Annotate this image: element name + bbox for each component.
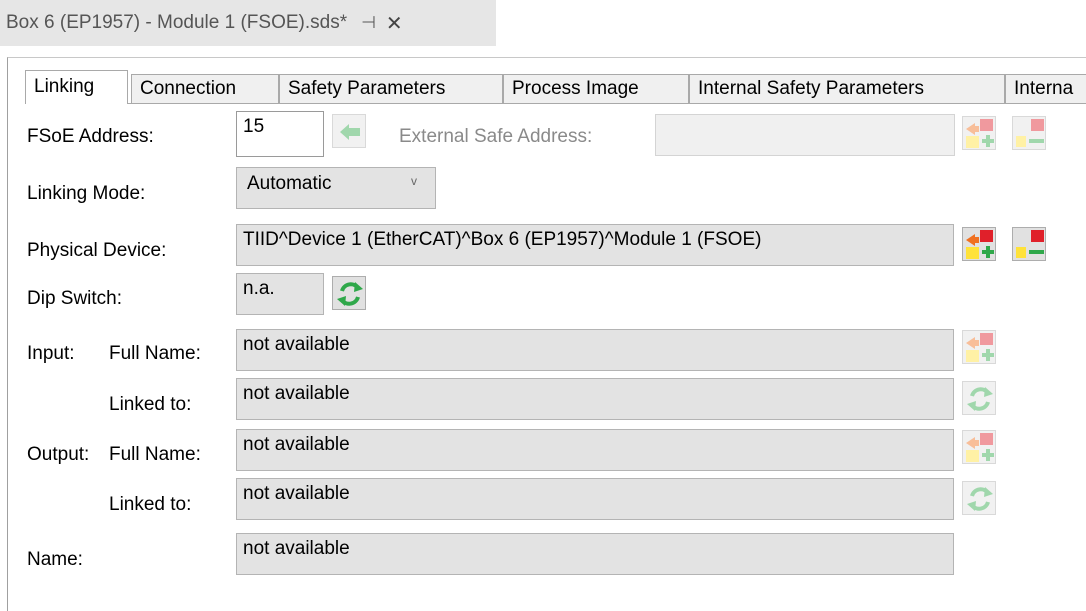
document-tab[interactable]: Box 6 (EP1957) - Module 1 (FSOE).sds* ⊣ …: [0, 0, 496, 46]
link-remove-icon: [1016, 119, 1044, 147]
input-linked-to-field[interactable]: not available: [236, 378, 954, 420]
dip-switch-field[interactable]: n.a.: [236, 273, 324, 315]
refresh-icon: [337, 282, 363, 306]
output-linked-to-label: Linked to:: [109, 494, 192, 515]
output-full-name-label: Full Name:: [109, 444, 201, 465]
name-label: Name:: [27, 549, 83, 570]
output-group-label: Output:: [27, 444, 90, 465]
tab-connection[interactable]: Connection: [131, 74, 279, 104]
link-remove-button-address[interactable]: [1012, 116, 1046, 150]
link-remove-icon: [1016, 230, 1044, 258]
tab-linking[interactable]: Linking: [25, 70, 128, 104]
chevron-down-icon: v: [411, 174, 417, 188]
left-arrow-icon: [340, 124, 360, 140]
link-add-icon: [966, 433, 994, 462]
pin-icon[interactable]: ⊣: [361, 13, 376, 33]
external-safe-address-label: External Safe Address:: [399, 126, 593, 147]
fsoe-address-input[interactable]: 15: [236, 111, 324, 157]
link-add-icon: [966, 230, 994, 259]
refresh-dip-switch-button[interactable]: [332, 276, 366, 310]
refresh-icon: [967, 487, 993, 511]
name-field[interactable]: not available: [236, 533, 954, 575]
tab-internal-safety-parameters[interactable]: Internal Safety Parameters: [689, 74, 1005, 104]
link-remove-button-device[interactable]: [1012, 227, 1046, 261]
fsoe-address-label: FSoE Address:: [27, 126, 154, 147]
tab-safety-parameters[interactable]: Safety Parameters: [279, 74, 503, 104]
output-refresh-button[interactable]: [962, 481, 996, 515]
link-add-icon: [966, 119, 994, 148]
apply-address-button[interactable]: [332, 114, 366, 148]
output-linked-to-field[interactable]: not available: [236, 478, 954, 520]
close-icon[interactable]: ✕: [386, 11, 403, 36]
physical-device-field[interactable]: TIID^Device 1 (EtherCAT)^Box 6 (EP1957)^…: [236, 224, 954, 266]
tab-process-image[interactable]: Process Image: [503, 74, 689, 104]
input-group-label: Input:: [27, 343, 75, 364]
input-link-add-button[interactable]: [962, 330, 996, 364]
link-add-button-address[interactable]: [962, 116, 996, 150]
tab-strip: Linking Connection Safety Parameters Pro…: [25, 70, 1086, 104]
input-full-name-field[interactable]: not available: [236, 329, 954, 371]
linking-mode-select[interactable]: Automatic v: [236, 167, 436, 209]
tab-internal-overflow[interactable]: Interna: [1005, 74, 1086, 104]
link-add-button-device[interactable]: [962, 227, 996, 261]
input-full-name-label: Full Name:: [109, 343, 201, 364]
link-add-icon: [966, 333, 994, 362]
input-linked-to-label: Linked to:: [109, 394, 192, 415]
linking-mode-label: Linking Mode:: [27, 183, 146, 204]
document-title: Box 6 (EP1957) - Module 1 (FSOE).sds*: [6, 12, 348, 33]
dip-switch-label: Dip Switch:: [27, 288, 123, 309]
output-link-add-button[interactable]: [962, 430, 996, 464]
tab-divider: [25, 103, 1086, 104]
physical-device-label: Physical Device:: [27, 240, 167, 261]
linking-mode-value: Automatic: [247, 173, 332, 194]
refresh-icon: [967, 387, 993, 411]
external-safe-address-input[interactable]: [655, 114, 955, 156]
input-refresh-button[interactable]: [962, 381, 996, 415]
output-full-name-field[interactable]: not available: [236, 429, 954, 471]
